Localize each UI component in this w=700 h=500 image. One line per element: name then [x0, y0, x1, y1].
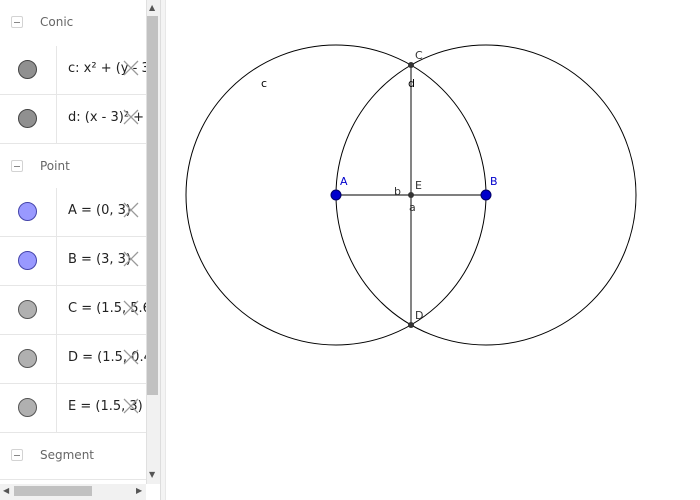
visibility-cell — [0, 95, 57, 143]
label-a: a — [409, 201, 416, 214]
label-A: A — [340, 175, 348, 188]
visibility-toggle-d[interactable] — [18, 109, 37, 128]
cross-icon[interactable] — [122, 299, 140, 317]
visibility-toggle-A[interactable] — [18, 202, 37, 221]
visibility-cell — [0, 384, 57, 432]
label-c: c — [261, 77, 267, 90]
visibility-toggle-E[interactable] — [18, 398, 37, 417]
group-header-point[interactable]: Point — [0, 144, 146, 191]
visibility-cell — [0, 286, 57, 334]
graphics-canvas[interactable]: A B C D E c d a b — [166, 0, 700, 500]
group-label-segment: Segment — [40, 448, 94, 462]
horizontal-scrollbar-thumb[interactable] — [14, 486, 92, 496]
point-D[interactable] — [408, 322, 414, 328]
label-B: B — [490, 175, 498, 188]
collapse-icon[interactable] — [11, 16, 23, 28]
cross-icon[interactable] — [122, 201, 140, 219]
algebra-item-d[interactable]: d: (x - 3)² + (y - 3)² = 9 — [0, 95, 146, 144]
group-label-conic: Conic — [40, 15, 74, 29]
cross-icon[interactable] — [122, 397, 140, 415]
visibility-toggle-D[interactable] — [18, 349, 37, 368]
group-header-conic[interactable]: Conic — [0, 0, 146, 47]
label-C: C — [415, 49, 423, 62]
visibility-toggle-c[interactable] — [18, 60, 37, 79]
algebra-item-E[interactable]: E = (1.5, 3) — [0, 384, 146, 433]
cross-icon[interactable] — [122, 250, 140, 268]
cross-icon[interactable] — [122, 59, 140, 77]
graphics-view[interactable]: A B C D E c d a b — [166, 0, 700, 500]
group-label-point: Point — [40, 159, 70, 173]
algebra-item-D[interactable]: D = (1.5, 0.4) — [0, 335, 146, 384]
collapse-icon[interactable] — [11, 449, 23, 461]
visibility-toggle-C[interactable] — [18, 300, 37, 319]
algebra-item-c[interactable]: c: x² + (y - 3)² = 9 — [0, 46, 146, 95]
label-d: d — [408, 77, 415, 90]
cross-icon[interactable] — [122, 348, 140, 366]
algebra-item-B[interactable]: B = (3, 3) — [0, 237, 146, 286]
point-A[interactable] — [330, 189, 342, 201]
point-C[interactable] — [408, 62, 414, 68]
cross-icon[interactable] — [122, 108, 140, 126]
scroll-right-arrow-icon[interactable]: ▶ — [136, 487, 142, 495]
algebra-item-C[interactable]: C = (1.5, 5.6) — [0, 286, 146, 335]
label-D: D — [415, 309, 423, 322]
scroll-up-arrow-icon[interactable]: ▲ — [149, 4, 155, 12]
algebra-view: Conic c: x² + (y - 3)² = 9 d: (x - 3)² +… — [0, 0, 146, 484]
visibility-cell — [0, 46, 57, 94]
group-header-segment[interactable]: Segment — [0, 433, 146, 480]
collapse-icon[interactable] — [11, 160, 23, 172]
label-E: E — [415, 179, 422, 192]
scroll-down-arrow-icon[interactable]: ▼ — [149, 471, 155, 479]
algebra-item-A[interactable]: A = (0, 3) — [0, 188, 146, 237]
point-E[interactable] — [408, 192, 414, 198]
visibility-cell — [0, 188, 57, 236]
vertical-scrollbar-thumb[interactable] — [147, 16, 158, 395]
scroll-left-arrow-icon[interactable]: ◀ — [3, 487, 9, 495]
label-b: b — [394, 185, 401, 198]
point-B[interactable] — [480, 189, 492, 201]
visibility-cell — [0, 335, 57, 383]
visibility-toggle-B[interactable] — [18, 251, 37, 270]
visibility-cell — [0, 237, 57, 285]
